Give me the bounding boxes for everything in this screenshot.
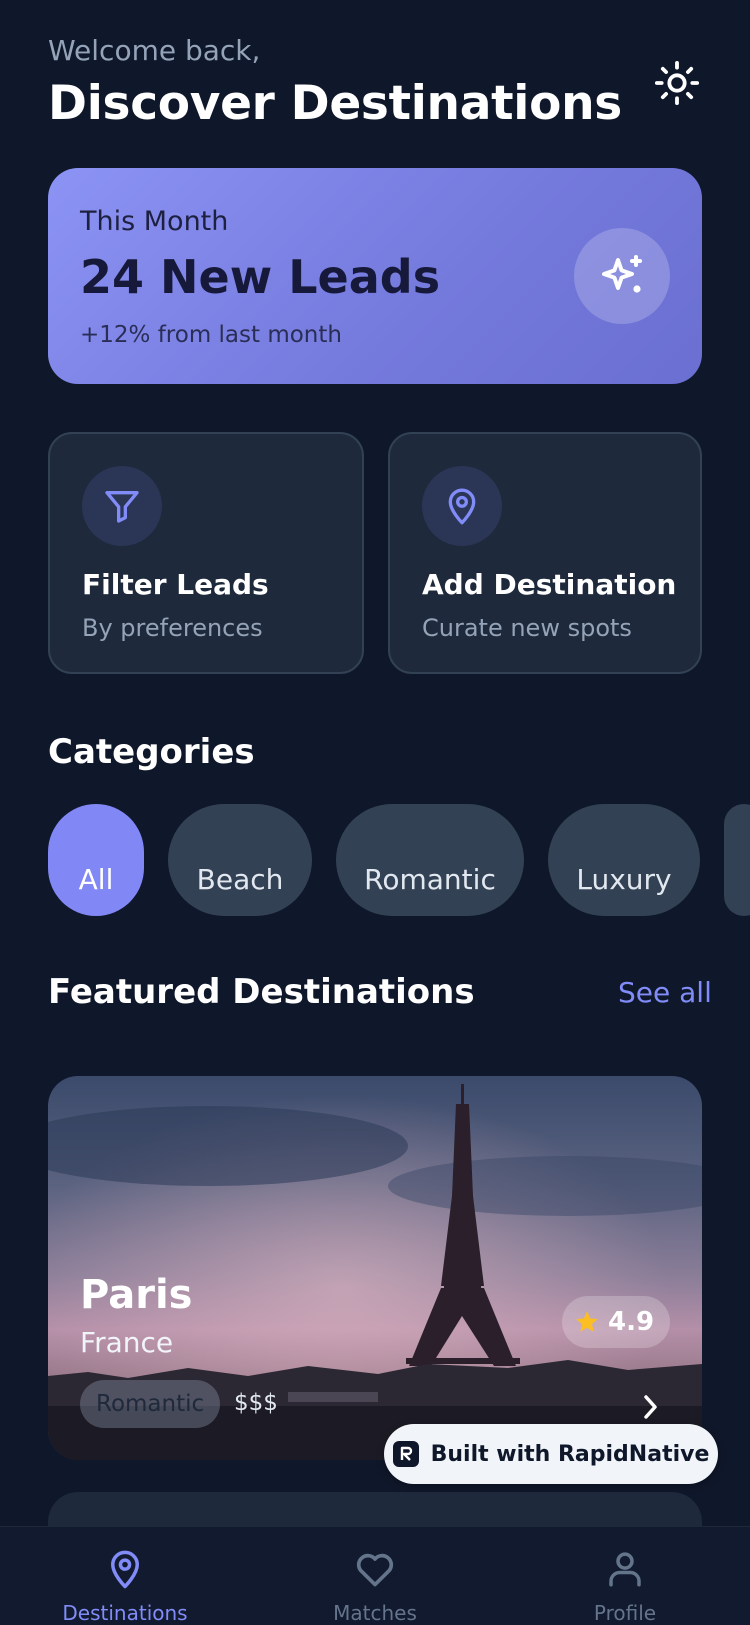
destination-card-paris[interactable]: Paris France Romantic $$$ 4.9 (48, 1076, 702, 1460)
rating-badge: 4.9 (562, 1296, 671, 1348)
theme-toggle-button[interactable] (652, 58, 702, 108)
filter-icon (105, 491, 139, 523)
category-chip-luxury[interactable]: Luxury (548, 804, 700, 916)
leads-stats-card[interactable]: This Month 24 New Leads +12% from last m… (48, 168, 702, 384)
nav-label: Destinations (62, 1601, 188, 1625)
star-icon (576, 1311, 598, 1332)
built-with-text: Built with RapidNative (430, 1441, 710, 1467)
featured-title: Featured Destinations (48, 972, 475, 1012)
category-chip-beach[interactable]: Beach (168, 804, 312, 916)
destination-price: $$$ (234, 1390, 278, 1416)
destination-tag: Romantic (80, 1380, 221, 1428)
nav-item-destinations[interactable]: Destinations (25, 1527, 225, 1625)
sparkles-icon (602, 255, 642, 293)
category-chip-romantic[interactable]: Romantic (336, 804, 524, 916)
categories-title: Categories (48, 732, 255, 772)
add-destination-card[interactable]: Add Destination Curate new spots (388, 432, 702, 674)
page-title: Discover Destinations (48, 76, 622, 131)
sun-icon (654, 60, 700, 106)
filter-icon-wrap (82, 466, 162, 546)
nav-item-matches[interactable]: Matches (275, 1527, 475, 1625)
nav-item-profile[interactable]: Profile (525, 1527, 725, 1625)
stats-value: 24 New Leads (80, 250, 441, 304)
filter-leads-card[interactable]: Filter Leads By preferences (48, 432, 364, 674)
category-chips: All Beach Romantic Luxury (48, 804, 750, 916)
nav-label: Profile (593, 1601, 657, 1625)
chevron-right-icon[interactable] (638, 1392, 662, 1426)
user-icon (609, 1552, 641, 1587)
map-pin-icon-wrap (422, 466, 502, 546)
rapidnative-logo-icon (392, 1441, 419, 1467)
heart-icon (356, 1553, 394, 1587)
map-pin-icon (111, 1550, 139, 1589)
action-title: Add Destination (422, 568, 677, 601)
sparkles-button[interactable] (574, 228, 670, 324)
destination-name: Paris (80, 1272, 193, 1318)
destination-country: France (80, 1326, 174, 1359)
see-all-link[interactable]: See all (618, 976, 712, 1009)
category-chip-more[interactable] (724, 804, 750, 916)
nav-label: Matches (333, 1601, 417, 1625)
action-subtitle: Curate new spots (422, 614, 632, 642)
action-subtitle: By preferences (82, 614, 263, 642)
stats-change: +12% from last month (80, 322, 342, 348)
rating-value: 4.9 (608, 1307, 655, 1337)
stats-period: This Month (80, 206, 229, 237)
category-chip-all[interactable]: All (48, 804, 144, 916)
map-pin-icon (448, 488, 476, 525)
welcome-text: Welcome back, (48, 34, 261, 67)
built-with-badge[interactable]: Built with RapidNative (384, 1424, 718, 1484)
bottom-nav: Destinations Matches Profile (0, 1526, 750, 1625)
action-title: Filter Leads (82, 568, 269, 601)
